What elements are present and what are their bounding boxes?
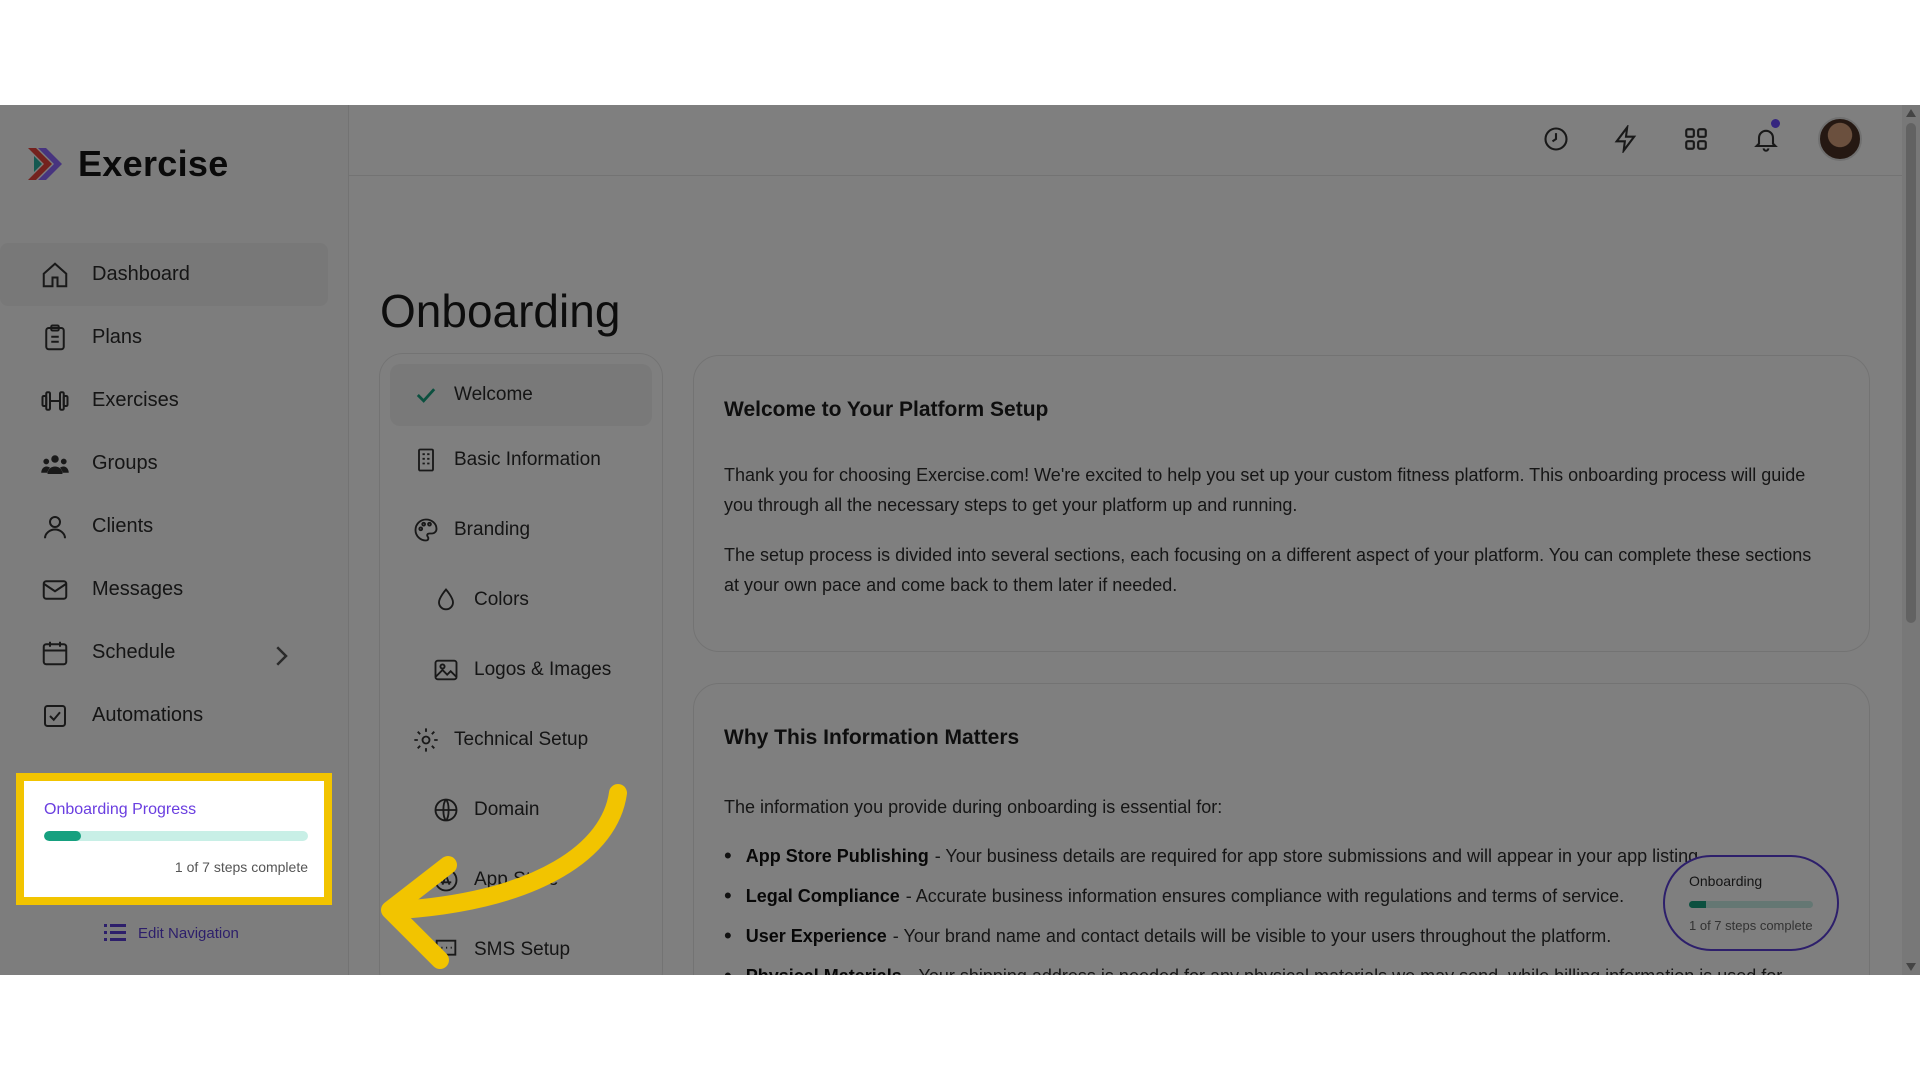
bullet-term: Legal Compliance xyxy=(745,885,900,906)
droplet-icon xyxy=(438,588,454,611)
bell-icon xyxy=(1754,129,1778,152)
notification-dot xyxy=(1771,119,1780,128)
step-welcome[interactable]: Welcome xyxy=(390,364,652,426)
quick-actions-button[interactable] xyxy=(1608,121,1644,157)
step-label: Welcome xyxy=(454,384,533,405)
bullet-text: - Your shipping address is needed for an… xyxy=(908,966,1782,976)
avatar[interactable] xyxy=(1818,117,1862,161)
palette-icon xyxy=(414,518,438,542)
welcome-card: Welcome to Your Platform Setup Thank you… xyxy=(693,355,1870,652)
history-button[interactable] xyxy=(1538,121,1574,157)
main-nav: Dashboard Plans Exercises Groups Clients… xyxy=(0,243,348,747)
logo[interactable]: Exercise xyxy=(24,143,229,185)
why-title: Why This Information Matters xyxy=(724,726,1020,749)
mini-progress-bar xyxy=(1689,901,1813,908)
progress-fill xyxy=(44,831,81,841)
scroll-up-arrow[interactable] xyxy=(1906,109,1916,117)
top-bar xyxy=(349,105,1920,176)
list-item: App Store Publishing- Your business deta… xyxy=(724,836,1829,876)
nav-item-plans[interactable]: Plans xyxy=(0,306,348,369)
mini-title: Onboarding xyxy=(1689,873,1763,889)
scroll-down-arrow[interactable] xyxy=(1906,963,1916,971)
app-name: Exercise xyxy=(78,143,229,184)
nav-item-dashboard[interactable]: Dashboard xyxy=(0,243,328,306)
mail-icon xyxy=(42,579,68,600)
scroll-thumb[interactable] xyxy=(1906,123,1916,623)
bolt-icon xyxy=(1614,125,1637,153)
top-icons xyxy=(1538,117,1862,161)
edit-navigation-label: Edit Navigation xyxy=(138,924,239,942)
page-title: Onboarding xyxy=(380,284,621,337)
step-basic-information[interactable]: Basic Information xyxy=(412,438,601,482)
onboarding-progress-card[interactable]: Onboarding Progress 1 of 7 steps complet… xyxy=(16,773,332,905)
home-icon xyxy=(42,261,68,287)
nav-label: Schedule xyxy=(92,641,176,663)
nav-label: Clients xyxy=(92,515,154,537)
why-intro: The information you provide during onboa… xyxy=(724,797,1223,817)
clipboard-icon xyxy=(45,324,65,350)
nav-item-automations[interactable]: Automations xyxy=(0,684,348,747)
nav-label: Dashboard xyxy=(92,263,190,285)
notifications-button[interactable] xyxy=(1748,119,1784,157)
calendar-icon xyxy=(42,641,68,665)
welcome-paragraph-1: Thank you for choosing Exercise.com! We'… xyxy=(724,465,1806,515)
welcome-paragraph-2: The setup process is divided into severa… xyxy=(724,545,1812,595)
onboarding-mini-widget[interactable]: Onboarding 1 of 7 steps complete xyxy=(1663,855,1839,951)
step-branding[interactable]: Branding xyxy=(412,508,530,552)
user-icon xyxy=(44,515,66,538)
chevron-right-icon[interactable] xyxy=(266,641,296,671)
progress-title: Onboarding Progress xyxy=(44,801,197,818)
grid-icon xyxy=(1685,128,1707,150)
welcome-title: Welcome to Your Platform Setup xyxy=(724,398,1049,421)
checkbox-icon xyxy=(44,704,66,727)
step-label: Colors xyxy=(474,589,529,610)
nav-label: Groups xyxy=(92,452,158,474)
scrollbar[interactable] xyxy=(1902,105,1920,975)
app-frame: Exercise Dashboard Plans Exercises Group… xyxy=(0,105,1920,975)
nav-label: Automations xyxy=(92,704,204,726)
mini-progress-fill xyxy=(1689,901,1707,908)
apps-button[interactable] xyxy=(1678,121,1714,157)
nav-item-groups[interactable]: Groups xyxy=(0,432,348,495)
nav-label: Plans xyxy=(92,326,143,348)
clock-icon xyxy=(1544,127,1568,151)
bullet-text: - Accurate business information ensures … xyxy=(905,885,1625,906)
building-icon xyxy=(418,448,434,472)
exercise-logo-icon xyxy=(28,148,62,180)
nav-item-messages[interactable]: Messages xyxy=(0,558,348,621)
bullet-term: Physical Materials xyxy=(746,966,902,976)
bullet-text: - Your brand name and contact details wi… xyxy=(892,925,1612,946)
nav-item-schedule[interactable]: Schedule xyxy=(0,621,348,684)
step-label: Branding xyxy=(454,519,531,540)
list-item: User Experience- Your brand name and con… xyxy=(724,916,1829,956)
step-colors[interactable]: Colors xyxy=(432,578,529,622)
nav-item-exercises[interactable]: Exercises xyxy=(0,369,348,432)
step-label: Basic Information xyxy=(454,449,601,470)
nav-label: Messages xyxy=(92,578,184,600)
users-icon xyxy=(41,454,69,474)
progress-steps-text: 1 of 7 steps complete xyxy=(174,859,308,875)
nav-item-clients[interactable]: Clients xyxy=(0,495,348,558)
dumbbell-icon xyxy=(41,390,69,411)
callout-arrow-icon xyxy=(381,784,627,969)
mini-steps-text: 1 of 7 steps complete xyxy=(1689,918,1813,933)
progress-bar xyxy=(44,831,308,841)
list-icon xyxy=(104,924,126,941)
edit-navigation-link[interactable]: Edit Navigation xyxy=(104,923,239,943)
bullet-term: App Store Publishing xyxy=(745,845,929,866)
nav-label: Exercises xyxy=(92,389,179,411)
list-item: Physical Materials - Your shipping addres… xyxy=(724,956,1829,976)
bullet-term: User Experience xyxy=(745,925,887,946)
bullet-text: - Your business details are required for… xyxy=(934,845,1704,866)
check-icon xyxy=(416,388,436,403)
